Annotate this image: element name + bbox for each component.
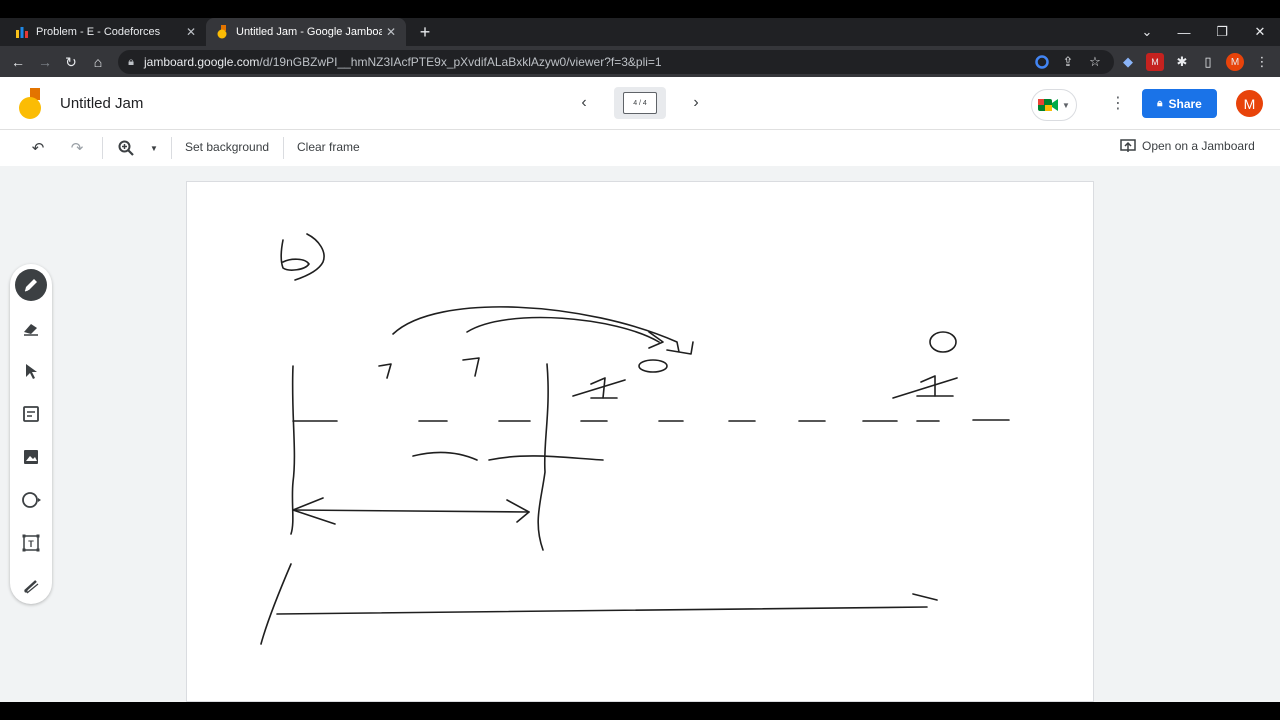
pen-icon[interactable] xyxy=(15,269,47,301)
clear-frame-button[interactable]: Clear frame xyxy=(297,140,360,154)
share-button[interactable]: 🔒︎ Share xyxy=(1142,89,1217,118)
select-icon[interactable] xyxy=(15,355,47,387)
lock-icon: 🔒︎ xyxy=(1157,98,1163,109)
close-window-icon[interactable]: ✕ xyxy=(1241,18,1279,46)
whiteboard-canvas[interactable] xyxy=(186,181,1094,702)
edit-toolbar: ↶ ↷ ▼ Set background Clear frame Open on… xyxy=(0,130,1280,166)
frame-counter: 4 / 4 xyxy=(623,92,657,114)
profile-avatar[interactable]: M xyxy=(1226,53,1244,71)
drawing-tools-panel: T xyxy=(10,264,52,604)
extension-shield-icon[interactable]: ◆ xyxy=(1119,53,1137,71)
next-frame-icon[interactable]: › xyxy=(686,93,706,113)
restore-icon[interactable]: ❐ xyxy=(1203,18,1241,46)
handwritten-drawing xyxy=(260,233,1010,645)
underline-1 xyxy=(412,451,478,461)
extension-m-icon[interactable]: M xyxy=(1146,53,1164,71)
digit-7-b xyxy=(462,357,480,377)
open-on-jamboard-label: Open on a Jamboard xyxy=(1142,139,1255,153)
avatar[interactable]: M xyxy=(1236,90,1263,117)
workspace: T xyxy=(0,166,1280,702)
home-icon[interactable]: ⌂ xyxy=(87,51,109,73)
jamboard-favicon-icon xyxy=(217,25,227,39)
digit-7-a xyxy=(378,363,392,379)
digit-0-a xyxy=(638,359,668,373)
cast-screen-icon xyxy=(1120,139,1136,152)
curved-arrow-outer xyxy=(392,306,694,355)
jamboard-logo-icon xyxy=(19,88,41,119)
undo-icon[interactable]: ↶ xyxy=(28,138,48,158)
digit-0-b xyxy=(929,331,957,353)
url-host: jamboard.google.com xyxy=(144,55,260,69)
eraser-icon[interactable] xyxy=(15,312,47,344)
minimize-icon[interactable]: — xyxy=(1165,18,1203,46)
zoom-icon[interactable] xyxy=(116,138,136,158)
tab-title: Untitled Jam - Google Jamboard xyxy=(236,26,382,38)
frame-bar-toggle[interactable]: 4 / 4 xyxy=(614,87,666,119)
circle-icon[interactable] xyxy=(15,484,47,516)
set-background-button[interactable]: Set background xyxy=(185,140,269,154)
side-panel-icon[interactable]: ▯ xyxy=(1199,53,1217,71)
toolbar-divider xyxy=(283,137,284,159)
bottom-letterbox xyxy=(0,702,1280,720)
open-on-jamboard-button[interactable]: Open on a Jamboard xyxy=(1120,139,1255,153)
reload-icon[interactable]: ↻ xyxy=(60,51,82,73)
sticky-note-icon[interactable] xyxy=(15,398,47,430)
forward-icon[interactable]: → xyxy=(34,51,56,73)
share-page-icon[interactable]: ⇪ xyxy=(1059,53,1077,71)
double-arrow xyxy=(292,497,530,525)
close-tab-icon[interactable]: ✕ xyxy=(182,25,200,39)
more-options-icon[interactable]: ⋮ xyxy=(1110,93,1126,113)
lock-icon: 🔒︎ xyxy=(128,55,134,68)
underline-2 xyxy=(488,455,604,461)
handwritten-label-b xyxy=(280,233,325,281)
tab-search-icon[interactable]: ⌄ xyxy=(1128,18,1166,46)
google-meet-icon xyxy=(1038,99,1059,111)
digit-1-b xyxy=(892,375,958,399)
previous-frame-icon[interactable]: ‹ xyxy=(574,93,594,113)
meet-button[interactable]: ▼ xyxy=(1031,89,1077,121)
jam-title[interactable]: Untitled Jam xyxy=(60,95,143,112)
image-icon[interactable] xyxy=(15,441,47,473)
digit-1-a xyxy=(572,377,626,399)
toolbar-divider xyxy=(171,137,172,159)
curved-arrow-inner xyxy=(466,316,664,349)
jamboard-header: Untitled Jam ‹ 4 / 4 › ▼ ⋮ 🔒︎ Share M xyxy=(0,77,1280,130)
new-tab-icon[interactable]: + xyxy=(414,18,436,46)
bookmark-star-icon[interactable]: ☆ xyxy=(1086,53,1104,71)
extensions-puzzle-icon[interactable]: ✱ xyxy=(1173,53,1191,71)
address-bar-row: ← → ↻ ⌂ 🔒︎ jamboard.google.com /d/19nGBZ… xyxy=(0,46,1280,77)
browser-tab-strip: Problem - E - Codeforces ✕ Untitled Jam … xyxy=(0,18,1280,46)
dash-row xyxy=(292,419,1010,422)
chrome-menu-icon[interactable]: ⋮ xyxy=(1253,53,1271,71)
tab-jamboard[interactable]: Untitled Jam - Google Jamboard ✕ xyxy=(206,18,406,46)
laser-icon[interactable] xyxy=(15,570,47,602)
url-path: /d/19nGBZwPI__hmNZ3IAcfPTE9x_pXvdifALaBx… xyxy=(259,55,662,69)
close-tab-icon[interactable]: ✕ xyxy=(382,25,400,39)
url-input[interactable]: 🔒︎ jamboard.google.com /d/19nGBZwPI__hmN… xyxy=(118,50,1114,74)
tab-title: Problem - E - Codeforces xyxy=(36,26,161,38)
redo-icon[interactable]: ↷ xyxy=(67,138,87,158)
back-icon[interactable]: ← xyxy=(7,51,29,73)
bottom-bracket xyxy=(260,563,938,645)
codeforces-favicon-icon xyxy=(16,27,28,38)
text-box-icon[interactable]: T xyxy=(15,527,47,559)
zoom-dropdown-icon[interactable]: ▼ xyxy=(144,138,164,158)
chevron-down-icon: ▼ xyxy=(1062,100,1070,110)
tab-codeforces[interactable]: Problem - E - Codeforces ✕ xyxy=(6,18,206,46)
google-icon[interactable] xyxy=(1033,53,1051,71)
svg-text:T: T xyxy=(28,539,34,549)
share-label: Share xyxy=(1168,96,1202,111)
toolbar-divider xyxy=(102,137,103,159)
